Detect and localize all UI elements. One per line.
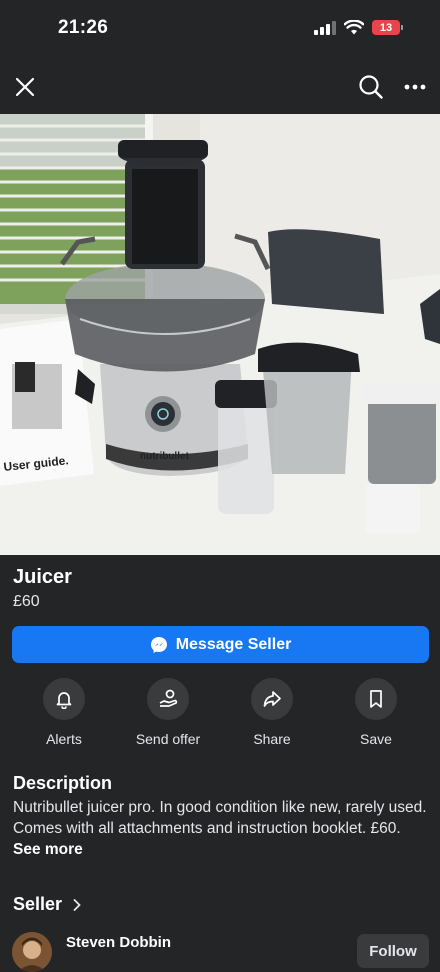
save-button-circle: [355, 678, 397, 720]
status-bar: 21:26 13: [0, 0, 440, 60]
wifi-icon: [344, 20, 364, 35]
seller-name[interactable]: Steven Dobbin: [66, 934, 171, 951]
more-options-button[interactable]: [400, 72, 430, 102]
share-label: Share: [253, 731, 291, 747]
alerts-button-circle: [43, 678, 85, 720]
seller-avatar[interactable]: [12, 932, 52, 972]
message-seller-button[interactable]: Message Seller: [12, 626, 429, 663]
chevron-right-icon: [73, 898, 81, 911]
share-button-circle: [251, 678, 293, 720]
description-text-block: Nutribullet juicer pro. In good conditio…: [13, 797, 431, 860]
seller-row: Steven Dobbin Follow: [12, 928, 432, 972]
juicer-product-image: User guide. nutribullet: [0, 114, 440, 555]
offer-icon: [159, 689, 178, 707]
action-bar: Alerts Send offer Share Save: [0, 678, 440, 748]
search-icon: [359, 75, 383, 99]
listing-price: £60: [13, 593, 40, 610]
bell-icon: [56, 692, 72, 709]
save-button[interactable]: Save: [331, 678, 421, 747]
cellular-signal-icon: [314, 20, 336, 35]
send-offer-button[interactable]: Send offer: [123, 678, 213, 747]
close-icon: [15, 77, 35, 97]
status-time: 21:26: [58, 17, 109, 38]
more-icon: [404, 84, 426, 90]
bookmark-icon: [370, 690, 382, 708]
send-offer-button-circle: [147, 678, 189, 720]
description-text: Nutribullet juicer pro. In good conditio…: [13, 799, 427, 837]
listing-info: Juicer £60: [13, 566, 72, 611]
battery-icon: 13: [372, 20, 403, 35]
search-button[interactable]: [356, 72, 386, 102]
share-icon: [263, 691, 281, 707]
send-offer-label: Send offer: [135, 731, 201, 747]
status-icons: 13: [314, 20, 403, 35]
message-seller-label: Message Seller: [175, 635, 292, 653]
seller-heading: Seller: [13, 894, 63, 914]
battery-level: 13: [379, 21, 393, 34]
messenger-icon: [150, 636, 167, 653]
see-more-link[interactable]: See more: [13, 841, 83, 858]
description-heading: Description: [13, 773, 113, 793]
alerts-label: Alerts: [46, 731, 82, 747]
listing-photo[interactable]: User guide. nutribullet: [0, 114, 440, 555]
listing-title: Juicer: [13, 566, 72, 588]
close-button[interactable]: [10, 72, 40, 102]
brand-text: nutribullet: [140, 451, 190, 462]
avatar-image: [12, 932, 52, 972]
alerts-button[interactable]: Alerts: [19, 678, 109, 747]
top-navigation: [0, 60, 440, 114]
seller-section-link[interactable]: Seller: [13, 894, 82, 915]
share-button[interactable]: Share: [227, 678, 317, 747]
save-label: Save: [360, 731, 392, 747]
follow-button[interactable]: Follow: [357, 934, 429, 968]
